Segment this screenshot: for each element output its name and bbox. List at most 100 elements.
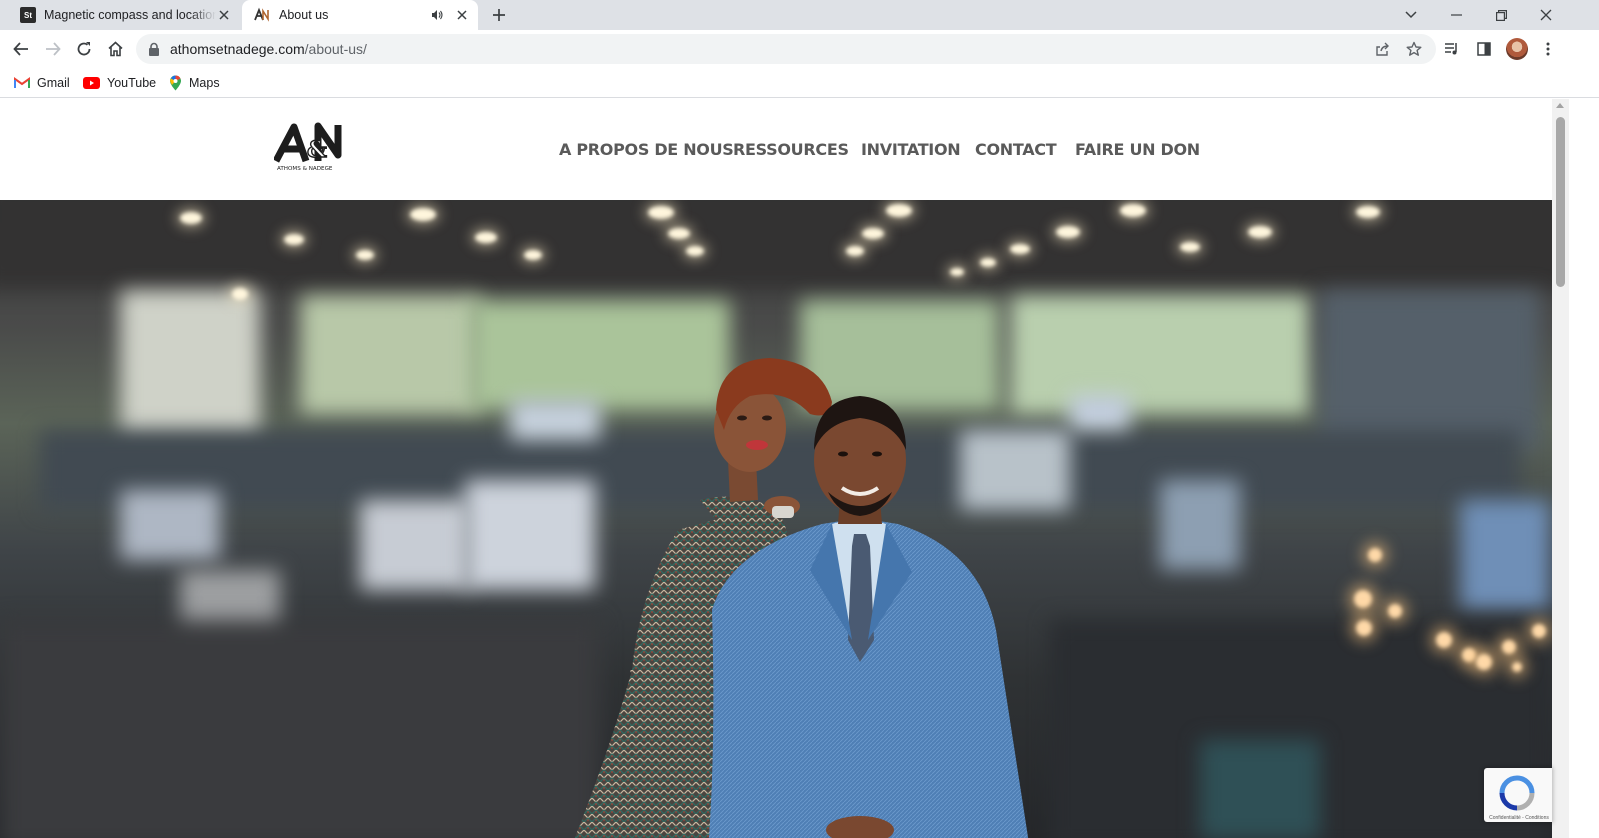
ceiling-light: [980, 258, 996, 267]
back-icon[interactable]: [11, 39, 31, 59]
restore-icon[interactable]: [1491, 5, 1511, 25]
minimize-icon[interactable]: [1446, 5, 1466, 25]
bokeh-light: [1354, 590, 1372, 608]
ceiling-light: [1056, 226, 1080, 238]
bokeh-light: [1356, 620, 1372, 636]
ceiling-light: [846, 246, 864, 256]
bokeh-light: [1388, 604, 1402, 618]
bookmark-label: Gmail: [37, 76, 70, 90]
monitor-blur: [360, 500, 470, 590]
page-scrollbar[interactable]: [1552, 99, 1569, 838]
ceiling-light: [284, 234, 304, 245]
bookmark-star-icon[interactable]: [1404, 39, 1424, 59]
studocu-favicon-icon: St: [20, 7, 36, 23]
side-panel-icon[interactable]: [1474, 39, 1494, 59]
ceiling-light: [524, 250, 542, 260]
browser-toolbar: athomsetnadege.com/about-us/: [0, 30, 1599, 68]
bokeh-light: [1512, 662, 1522, 672]
close-icon[interactable]: [216, 7, 232, 23]
recaptcha-badge[interactable]: Confidentialité - Conditions: [1484, 768, 1552, 822]
bookmark-youtube[interactable]: YouTube: [83, 73, 156, 93]
close-icon[interactable]: [454, 7, 470, 23]
ceiling-light: [1010, 244, 1030, 254]
tab-title: About us: [279, 8, 329, 22]
ceiling-light: [1356, 206, 1380, 218]
tab-title: Magnetic compass and location: [44, 8, 216, 22]
media-control-icon[interactable]: [1442, 39, 1462, 59]
window-blur: [300, 295, 480, 415]
scroll-thumb[interactable]: [1556, 117, 1565, 287]
hero-banner: [0, 200, 1552, 838]
url-path: /about-us/: [304, 41, 367, 57]
address-bar[interactable]: athomsetnadege.com/about-us/: [136, 34, 1436, 64]
bookmark-label: YouTube: [107, 76, 157, 90]
youtube-icon: [83, 77, 100, 89]
couple-photo: [574, 358, 1029, 838]
site-logo[interactable]: & ATHOMS & NADEGE: [274, 121, 346, 173]
speaker-icon[interactable]: [430, 8, 444, 22]
ceiling-light: [648, 206, 674, 219]
lock-icon[interactable]: [148, 42, 160, 56]
new-tab-icon[interactable]: [490, 6, 508, 24]
bokeh-light: [1476, 654, 1492, 670]
tab-strip: St Magnetic compass and location About u…: [0, 0, 1599, 30]
forward-icon[interactable]: [43, 39, 63, 59]
ceiling-light: [356, 250, 374, 260]
ceiling-light: [475, 232, 497, 243]
nav-contact[interactable]: CONTACT: [975, 140, 1057, 159]
ceiling: [0, 200, 1552, 290]
recaptcha-text: Confidentialité - Conditions: [1489, 815, 1549, 821]
ceiling-light: [232, 288, 248, 300]
nav-invitation[interactable]: INVITATION: [861, 140, 961, 159]
bokeh-light: [1436, 632, 1452, 648]
monitor-blur: [1070, 395, 1130, 430]
bokeh-light: [1502, 640, 1516, 654]
window-blur: [120, 290, 260, 440]
web-page: & ATHOMS & NADEGE A PROPOS DE NOUS RESSO…: [0, 99, 1552, 838]
bookmark-label: Maps: [189, 76, 220, 90]
ceiling-light: [1120, 204, 1146, 217]
ceiling-light: [862, 228, 884, 239]
ceiling-light: [180, 212, 202, 224]
url-host: athomsetnadege.com: [170, 41, 305, 57]
recaptcha-icon: [1499, 775, 1535, 811]
bokeh-light: [1532, 624, 1546, 638]
tab-magnetic-compass[interactable]: St Magnetic compass and location: [8, 0, 240, 30]
share-icon[interactable]: [1372, 39, 1392, 59]
gmail-icon: [14, 77, 30, 88]
ceiling-light: [1180, 242, 1200, 252]
url-text[interactable]: athomsetnadege.com/about-us/: [170, 41, 367, 57]
bokeh-light: [1368, 548, 1382, 562]
desks-blur: [0, 620, 600, 838]
nav-faire-un-don[interactable]: FAIRE UN DON: [1075, 140, 1200, 159]
nav-a-propos[interactable]: A PROPOS DE NOUS: [559, 140, 734, 159]
reload-icon[interactable]: [74, 39, 94, 59]
ceiling-light: [886, 204, 912, 217]
profile-avatar[interactable]: [1506, 38, 1528, 60]
scroll-up-icon[interactable]: [1556, 103, 1564, 108]
site-header: & ATHOMS & NADEGE A PROPOS DE NOUS RESSO…: [0, 99, 1552, 200]
monitor-blur: [1460, 500, 1550, 610]
bookmarks-bar: Gmail YouTube Maps: [0, 68, 1599, 98]
tab-search-icon[interactable]: [1401, 5, 1421, 25]
home-icon[interactable]: [105, 39, 125, 59]
logo-subtext: ATHOMS & NADEGE: [277, 166, 333, 172]
desks-blur: [1200, 740, 1320, 838]
svg-text:&: &: [307, 137, 327, 163]
window-close-icon[interactable]: [1536, 5, 1556, 25]
bookmark-maps[interactable]: Maps: [169, 73, 220, 93]
tab-about-us[interactable]: About us: [242, 0, 478, 30]
ceiling-light: [410, 208, 436, 221]
ceiling-light: [950, 268, 964, 276]
monitor-blur: [120, 490, 220, 560]
ceiling-light: [1248, 226, 1272, 238]
menu-kebab-icon[interactable]: [1538, 39, 1558, 59]
bookmark-gmail[interactable]: Gmail: [14, 73, 70, 93]
maps-icon: [170, 75, 181, 91]
bokeh-light: [1462, 648, 1476, 662]
right-gutter: [1569, 99, 1599, 838]
nav-ressources[interactable]: RESSOURCES: [733, 140, 849, 159]
an-favicon-icon: [254, 7, 269, 22]
wall-blur: [1320, 290, 1540, 450]
ceiling-light: [686, 246, 704, 256]
